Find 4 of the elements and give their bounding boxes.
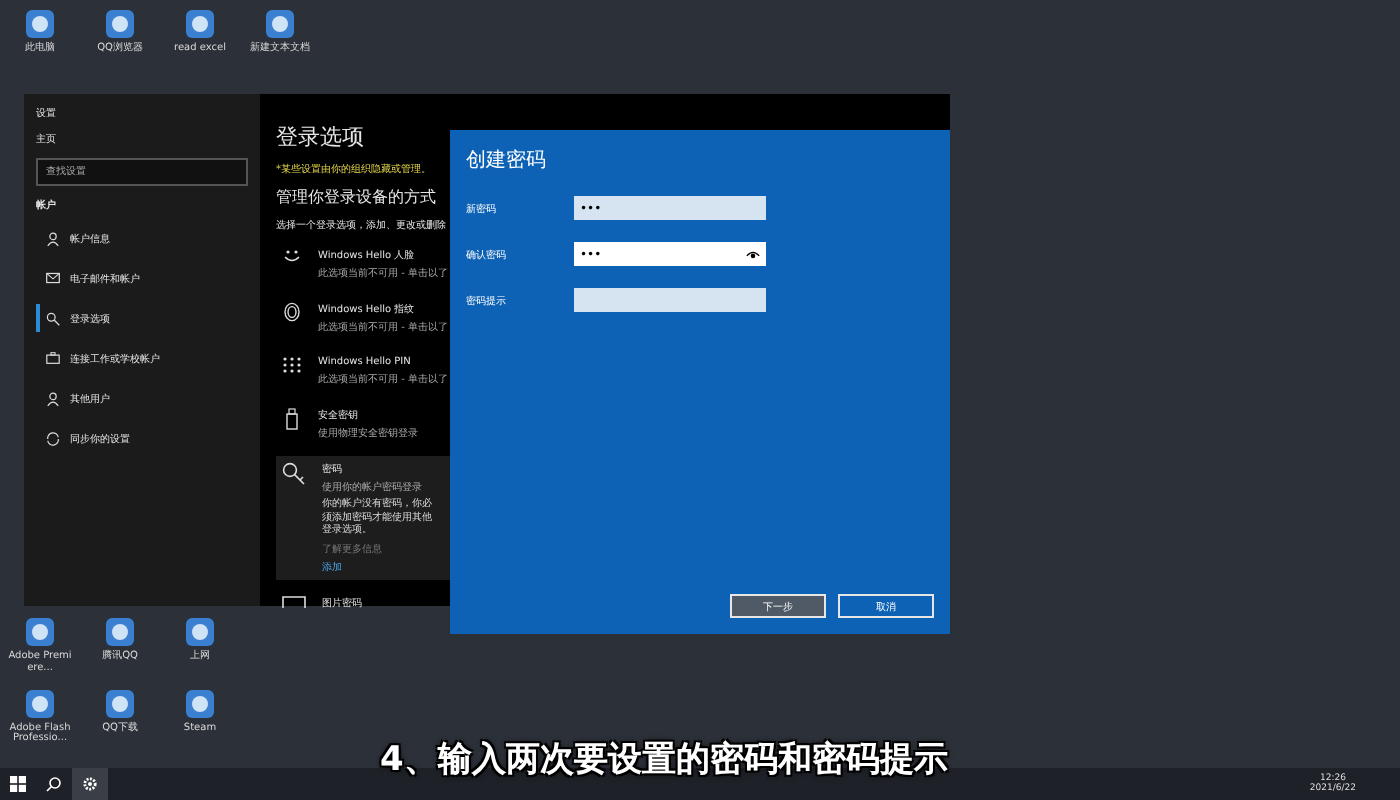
subtitle-caption: 4、输入两次要设置的密码和密码提示 [380,738,948,782]
dialog-title: 创建密码 [466,147,548,174]
section-heading: 管理你登录设备的方式 [276,186,436,208]
page-heading: 登录选项 [276,122,364,152]
